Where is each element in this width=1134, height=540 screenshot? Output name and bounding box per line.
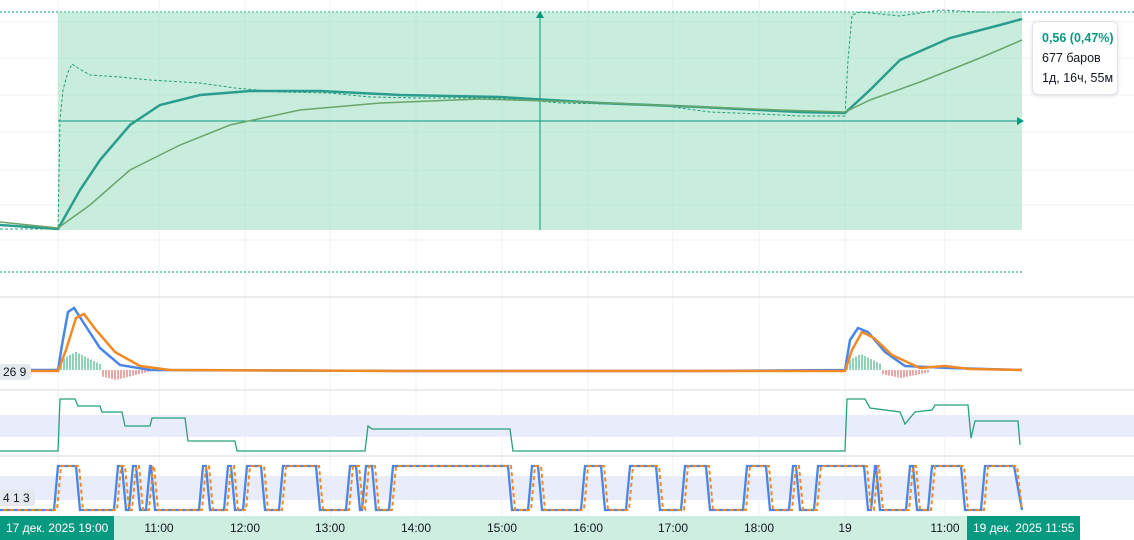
macd-histogram-bar bbox=[909, 370, 911, 377]
macd-histogram-bar bbox=[135, 370, 137, 375]
macd-histogram-bar bbox=[87, 358, 89, 370]
macd-histogram-bar bbox=[897, 370, 899, 378]
chart-area[interactable] bbox=[0, 0, 1134, 516]
macd-histogram-bar bbox=[117, 370, 119, 380]
duration-value: 1д, 16ч, 55м bbox=[1042, 71, 1114, 85]
macd-histogram-bar bbox=[66, 356, 68, 370]
stochastic-settings-label[interactable]: 4 1 3 bbox=[0, 490, 35, 506]
macd-histogram-bar bbox=[75, 352, 77, 370]
time-tick: 18:00 bbox=[743, 521, 775, 535]
macd-histogram-bar bbox=[873, 360, 875, 370]
macd-histogram-bar bbox=[867, 357, 869, 370]
macd-histogram-bar bbox=[906, 370, 908, 377]
macd-histogram-bar bbox=[93, 361, 95, 370]
macd-histogram-bar bbox=[120, 370, 122, 379]
macd-histogram-bar bbox=[129, 370, 131, 377]
macd-histogram-bar bbox=[855, 356, 857, 370]
macd-histogram-bar bbox=[126, 370, 128, 378]
macd-histogram-bar bbox=[894, 370, 896, 377]
macd-histogram-bar bbox=[921, 370, 923, 374]
macd-histogram-bar bbox=[141, 370, 143, 374]
time-axis[interactable]: 11:00 12:00 13:00 14:00 15:00 16:00 17:0… bbox=[0, 516, 1134, 540]
time-tick: 14:00 bbox=[400, 521, 432, 535]
measure-tooltip: 0,56 (0,47%) 677 баров 1д, 16ч, 55м bbox=[1032, 21, 1118, 95]
macd-histogram-bar bbox=[891, 370, 893, 377]
time-tick: 11:00 bbox=[930, 521, 960, 535]
macd-histogram-bar bbox=[888, 370, 890, 376]
macd-histogram-bar bbox=[105, 370, 107, 378]
macd-histogram-bar bbox=[123, 370, 125, 378]
macd-histogram-bar bbox=[903, 370, 905, 378]
macd-histogram-bar bbox=[864, 356, 866, 370]
macd-histogram-bar bbox=[912, 370, 914, 376]
macd-histogram-bar bbox=[69, 355, 71, 370]
time-tick: 13:00 bbox=[314, 521, 346, 535]
macd-histogram-bar bbox=[858, 355, 860, 370]
range-start-time-badge: 17 дек. 2025 19:00 bbox=[0, 516, 115, 540]
macd-histogram-bar bbox=[882, 370, 884, 375]
time-tick: 15:00 bbox=[486, 521, 518, 535]
time-tick: 11:00 bbox=[144, 521, 174, 535]
macd-histogram-bar bbox=[102, 370, 104, 377]
macd-histogram-bar bbox=[918, 370, 920, 375]
range-end-time-badge: 19 дек. 2025 11:55 bbox=[967, 516, 1081, 540]
macd-histogram-bar bbox=[927, 370, 929, 373]
oscillator-settings-label[interactable]: 26 9 bbox=[0, 364, 32, 380]
macd-histogram-bar bbox=[111, 370, 113, 379]
macd-histogram-bar bbox=[84, 356, 86, 370]
macd-histogram-bar bbox=[72, 353, 74, 370]
macd-histogram-bar bbox=[138, 370, 140, 375]
macd-histogram-bar bbox=[90, 359, 92, 370]
macd-histogram-bar bbox=[81, 355, 83, 370]
macd-histogram-bar bbox=[108, 370, 110, 379]
macd-histogram-bar bbox=[78, 353, 80, 370]
macd-histogram-bar bbox=[99, 364, 101, 370]
time-axis-range-highlight bbox=[58, 516, 1022, 540]
bar-count: 677 баров bbox=[1042, 51, 1101, 65]
macd-histogram-bar bbox=[132, 370, 134, 376]
macd-histogram-bar bbox=[885, 370, 887, 375]
macd-histogram-bar bbox=[924, 370, 926, 374]
macd-histogram-bar bbox=[876, 362, 878, 370]
macd-histogram-bar bbox=[915, 370, 917, 375]
time-tick: 16:00 bbox=[572, 521, 604, 535]
time-tick: 19 bbox=[838, 521, 852, 535]
macd-histogram-bar bbox=[114, 370, 116, 380]
price-change-value: 0,56 (0,47%) bbox=[1042, 31, 1114, 45]
macd-histogram-bar bbox=[852, 358, 854, 370]
macd-histogram-bar bbox=[870, 359, 872, 370]
time-tick: 17:00 bbox=[657, 521, 689, 535]
macd-histogram-bar bbox=[879, 363, 881, 370]
macd-histogram-bar bbox=[96, 362, 98, 370]
time-tick: 12:00 bbox=[229, 521, 261, 535]
macd-histogram-bar bbox=[900, 370, 902, 378]
macd-histogram-bar bbox=[861, 354, 863, 370]
